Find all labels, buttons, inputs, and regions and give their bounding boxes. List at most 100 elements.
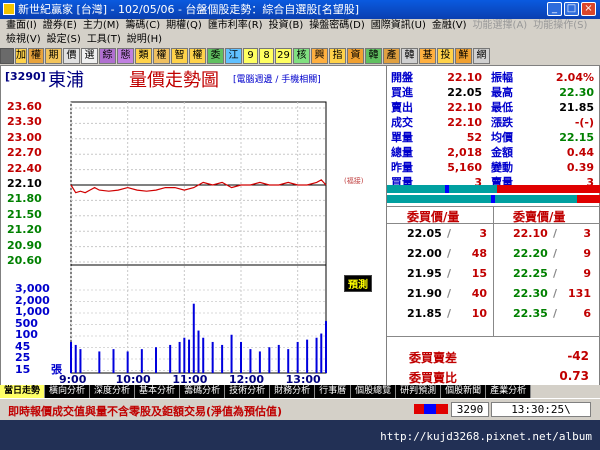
menu-item[interactable]: 金融(V) bbox=[432, 20, 467, 31]
bid-price[interactable]: 22.00 bbox=[407, 244, 442, 264]
toolbar-button[interactable]: 江 bbox=[225, 48, 242, 64]
price-tick-label: 20.60 bbox=[7, 254, 42, 267]
orderbook-row: 22.00 / 48 22.20 / 9 bbox=[387, 244, 600, 264]
ask-volume: 131 bbox=[568, 287, 591, 300]
ask-price[interactable]: 22.20 bbox=[513, 244, 548, 264]
volume-bar bbox=[188, 339, 191, 373]
tab-10[interactable]: 研判預測 bbox=[396, 385, 442, 398]
tab-3[interactable]: 深度分析 bbox=[90, 385, 136, 398]
quote-value: 22.05 bbox=[447, 86, 482, 99]
price-tick-label: 20.90 bbox=[7, 238, 42, 252]
toolbar-button[interactable]: 29 bbox=[275, 48, 292, 64]
analysis-tabs: 當日走勢 橫向分析 深度分析 基本分析 籌碼分析 技術分析 財務分析 行事曆 個股總覽 研判預測個… bbox=[0, 385, 600, 398]
menu-item[interactable]: 操盤密碼(D) bbox=[309, 20, 365, 31]
toolbar-button[interactable]: 網 bbox=[473, 48, 490, 64]
tab-2[interactable]: 橫向分析 bbox=[45, 385, 91, 398]
quote-label: 總量 bbox=[391, 146, 413, 159]
toolbar-button[interactable]: 期 bbox=[45, 48, 62, 64]
toolbar-button[interactable]: 智 bbox=[171, 48, 188, 64]
menu-item[interactable]: 檢視(V) bbox=[6, 34, 41, 45]
ask-price[interactable]: 22.35 bbox=[513, 304, 548, 324]
tab-9[interactable]: 個股總覽 bbox=[351, 385, 397, 398]
toolbar-button[interactable]: 委 bbox=[207, 48, 224, 64]
separator: / bbox=[553, 307, 558, 320]
forecast-button[interactable]: 預測 bbox=[344, 275, 372, 292]
menu-item[interactable]: 匯市利率(R) bbox=[208, 20, 263, 31]
menu-item[interactable]: 畫面(I) bbox=[6, 20, 37, 31]
toolbar-button[interactable]: 興 bbox=[311, 48, 328, 64]
industry-subtitle[interactable]: [電腦週邊 / 手機相關] bbox=[233, 72, 321, 85]
toolbar-button[interactable]: 權 bbox=[153, 48, 170, 64]
quote-label: 開盤 bbox=[391, 71, 413, 84]
toolbar-button[interactable]: 資 bbox=[347, 48, 364, 64]
menu-item[interactable]: 投資(B) bbox=[269, 20, 304, 31]
status-stock-code[interactable]: 3290 bbox=[451, 402, 489, 417]
separator: / bbox=[447, 247, 452, 260]
volume-bar bbox=[240, 341, 242, 373]
bid-price[interactable]: 21.85 bbox=[407, 304, 442, 324]
toolbar-button[interactable]: 9 bbox=[243, 48, 258, 64]
menu-item[interactable]: 設定(S) bbox=[47, 34, 81, 45]
toolbar-button[interactable]: 核 bbox=[293, 48, 310, 64]
tab-5[interactable]: 籌碼分析 bbox=[180, 385, 226, 398]
quote-value: 22.15 bbox=[559, 131, 594, 144]
quote-value: 5,160 bbox=[447, 161, 482, 174]
title-bar: 新世紀贏家 [台灣] - 102/05/06 - 台盤個股走勢：綜合自選股[名望… bbox=[0, 0, 600, 19]
minimize-button[interactable]: _ bbox=[547, 2, 562, 16]
toolbar-button[interactable]: 權 bbox=[28, 48, 44, 64]
price-tick-label: 23.60 bbox=[7, 100, 42, 113]
bid-price[interactable]: 21.95 bbox=[407, 264, 442, 284]
diff-value: -42 bbox=[567, 349, 589, 363]
tab-6[interactable]: 技術分析 bbox=[225, 385, 271, 398]
toolbar-button[interactable]: 鮮 bbox=[455, 48, 472, 64]
close-button[interactable]: × bbox=[581, 2, 596, 16]
menu-item[interactable]: 期權(Q) bbox=[166, 20, 202, 31]
toolbar-button[interactable]: 加 bbox=[15, 48, 27, 64]
quote-value: 22.10 bbox=[447, 101, 482, 114]
ask-price[interactable]: 22.25 bbox=[513, 264, 548, 284]
toolbar-button[interactable]: 基 bbox=[419, 48, 436, 64]
toolbar-button[interactable]: 權 bbox=[189, 48, 206, 64]
toolbar-button[interactable]: 韓 bbox=[401, 48, 418, 64]
menu-item[interactable]: 功能選擇(A) bbox=[473, 20, 528, 31]
bid-price[interactable]: 21.90 bbox=[407, 284, 442, 304]
orderbook-row: 21.90 / 40 22.30 / 131 bbox=[387, 284, 600, 304]
quote-row: 總量 2,018 金額 0.44 bbox=[387, 146, 600, 160]
volume-bar bbox=[112, 349, 115, 373]
maximize-button[interactable]: □ bbox=[564, 2, 579, 16]
quote-panel: 開盤 22.10 振幅 2.04% 買進 22.05 最高 22.30 賣出 22.10 最低 21.… bbox=[386, 66, 600, 399]
ask-price[interactable]: 22.10 bbox=[513, 224, 548, 244]
volume-bar bbox=[178, 341, 181, 373]
quote-value: 0.44 bbox=[566, 146, 594, 159]
menu-item[interactable]: 工具(T) bbox=[87, 34, 121, 45]
tab-11[interactable]: 個股新聞 bbox=[441, 385, 487, 398]
menu-item[interactable]: 功能操作(S) bbox=[533, 20, 587, 31]
price-tick-label: 23.30 bbox=[7, 115, 42, 129]
tab-1[interactable]: 當日走勢 bbox=[0, 385, 46, 398]
tab-4[interactable]: 基本分析 bbox=[135, 385, 181, 398]
toolbar-button[interactable]: 韓 bbox=[365, 48, 382, 64]
toolbar-button[interactable]: 價 bbox=[63, 48, 80, 64]
tab-8[interactable]: 行事曆 bbox=[315, 385, 352, 398]
toolbar-button[interactable]: 類 bbox=[135, 48, 152, 64]
tab-12[interactable]: 產業分析 bbox=[486, 385, 532, 398]
menu-item[interactable]: 主力(M) bbox=[83, 20, 119, 31]
toolbar-button[interactable]: 指 bbox=[329, 48, 346, 64]
toolbar-button[interactable]: 綜 bbox=[99, 48, 116, 64]
toolbar-button[interactable]: 8 bbox=[259, 48, 274, 64]
volume-bar bbox=[211, 341, 214, 373]
menu-item[interactable]: 籌碼(C) bbox=[125, 20, 160, 31]
volume-bar bbox=[155, 347, 157, 373]
separator: / bbox=[553, 287, 558, 300]
toolbar-button[interactable]: 選 bbox=[81, 48, 98, 64]
menu-item[interactable]: 說明(H) bbox=[127, 34, 162, 45]
toolbar-button[interactable]: 產 bbox=[383, 48, 400, 64]
bid-price[interactable]: 22.05 bbox=[407, 224, 442, 244]
ask-price[interactable]: 22.30 bbox=[513, 284, 548, 304]
toolbar-button[interactable]: 投 bbox=[437, 48, 454, 64]
tab-7[interactable]: 財務分析 bbox=[270, 385, 316, 398]
menu-item[interactable]: 國際資訊(U) bbox=[371, 20, 426, 31]
menu-item[interactable]: 證券(E) bbox=[43, 20, 77, 31]
quote-value: 2,018 bbox=[447, 146, 482, 159]
toolbar-button[interactable]: 態 bbox=[117, 48, 134, 64]
